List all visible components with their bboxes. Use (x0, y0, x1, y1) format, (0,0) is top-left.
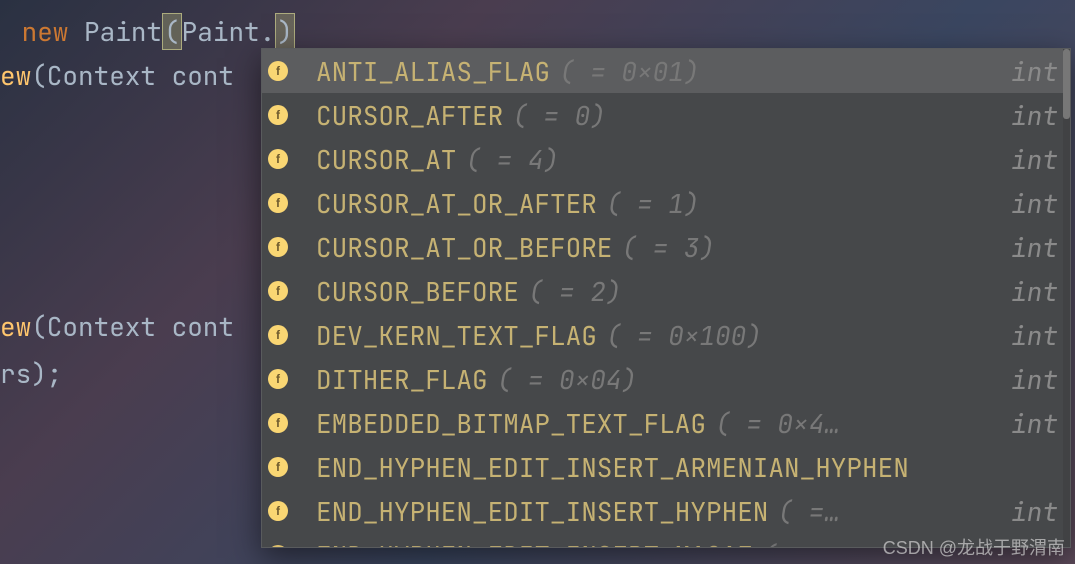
completion-name: EMBEDDED_BITMAP_TEXT_FLAG (316, 406, 706, 441)
completion-name: CURSOR_AFTER (316, 98, 503, 133)
paren-close: ) (275, 13, 295, 50)
field-icon: f (268, 61, 288, 81)
completion-hint: ( = 0x01) (559, 54, 699, 89)
field-icon: f (268, 105, 288, 125)
completion-item[interactable]: f DITHER_FLAG ( = 0x04) int (262, 357, 1070, 401)
completion-name: END_HYPHEN_EDIT_INSERT_ARMENIAN_HYPHEN (316, 450, 909, 485)
lock-icon (292, 412, 302, 422)
lock-icon (292, 324, 302, 334)
completion-hint: ( = 0) (512, 98, 606, 133)
lock-icon (292, 544, 302, 548)
completion-item[interactable]: f END_HYPHEN_EDIT_INSERT_ARMENIAN_HYPHEN (262, 445, 1070, 489)
field-icon: f (268, 193, 288, 213)
class-paint: Paint (84, 14, 162, 49)
field-icon: f (268, 237, 288, 257)
field-icon: f (268, 369, 288, 389)
completion-type: int (1011, 186, 1058, 221)
completion-name: ANTI_ALIAS_FLAG (316, 54, 550, 89)
completion-hint: ( = 0x04) (497, 362, 637, 397)
completion-hint: ( = 4) (465, 142, 559, 177)
lock-icon (292, 500, 302, 510)
lock-icon (292, 192, 302, 202)
completion-hint: ( = 0x100) (606, 318, 762, 353)
field-icon: f (268, 281, 288, 301)
completion-type: int (1011, 318, 1058, 353)
field-icon: f (268, 413, 288, 433)
lock-icon (292, 456, 302, 466)
popup-scrollbar[interactable] (1063, 49, 1070, 547)
code-line-5: rs); (0, 352, 62, 396)
completion-type: int (1011, 406, 1058, 441)
completion-hint: ( = 2) (528, 274, 622, 309)
lock-icon (292, 60, 302, 70)
lock-icon (292, 236, 302, 246)
completion-type: int (1011, 98, 1058, 133)
completion-item[interactable]: f END_HYPHEN_EDIT_INSERT_HYPHEN ( =… int (262, 489, 1070, 533)
completion-hint: ( = 3) (621, 230, 715, 265)
field-icon: f (268, 149, 288, 169)
completion-hint: ( =… (777, 494, 839, 529)
completion-name: CURSOR_BEFORE (316, 274, 519, 309)
class-paint-dot: Paint. (182, 14, 276, 49)
completion-item[interactable]: f CURSOR_AT_OR_BEFORE ( = 3) int (262, 225, 1070, 269)
completion-item[interactable]: f CURSOR_AT_OR_AFTER ( = 1) int (262, 181, 1070, 225)
lock-icon (292, 280, 302, 290)
completion-item[interactable]: f CURSOR_AT ( = 4) int (262, 137, 1070, 181)
lock-icon (292, 368, 302, 378)
completion-name: END_HYPHEN_EDIT_INSERT_MAQAF (316, 538, 753, 549)
completion-item[interactable]: f CURSOR_AFTER ( = 0) int (262, 93, 1070, 137)
code-line-4: ew(Context cont (0, 305, 234, 349)
autocomplete-popup[interactable]: f ANTI_ALIAS_FLAG ( = 0x01) int f CURSOR_AFT… (261, 48, 1071, 548)
popup-scrollthumb[interactable] (1063, 49, 1070, 119)
paren-open: ( (162, 13, 182, 50)
completion-name: CURSOR_AT_OR_BEFORE (316, 230, 612, 265)
lock-icon (292, 148, 302, 158)
completion-type: int (1011, 230, 1058, 265)
keyword-new: new (6, 14, 84, 49)
completion-type: int (1011, 142, 1058, 177)
completion-name: DITHER_FLAG (316, 362, 488, 397)
completion-type: int (1011, 494, 1058, 529)
field-icon: f (268, 457, 288, 477)
completion-hint: ( = 1) (606, 186, 700, 221)
completion-hint: ( = 0x4… (715, 406, 840, 441)
completion-name: CURSOR_AT_OR_AFTER (316, 186, 597, 221)
completion-name: DEV_KERN_TEXT_FLAG (316, 318, 597, 353)
lock-icon (292, 104, 302, 114)
field-icon: f (268, 501, 288, 521)
completion-name: END_HYPHEN_EDIT_INSERT_HYPHEN (316, 494, 768, 529)
completion-item[interactable]: f EMBEDDED_BITMAP_TEXT_FLAG ( = 0x4… int (262, 401, 1070, 445)
completion-name: CURSOR_AT (316, 142, 456, 177)
completion-item[interactable]: f ANTI_ALIAS_FLAG ( = 0x01) int (262, 49, 1070, 93)
completion-type: int (1011, 362, 1058, 397)
completion-type: int (1011, 54, 1058, 89)
field-icon: f (268, 325, 288, 345)
completion-type: int (1011, 274, 1058, 309)
completion-item[interactable]: f DEV_KERN_TEXT_FLAG ( = 0x100) int (262, 313, 1070, 357)
completion-item[interactable]: f CURSOR_BEFORE ( = 2) int (262, 269, 1070, 313)
completion-hint: ( … (762, 538, 809, 549)
watermark: CSDN @龙战于野渭南 (883, 534, 1065, 560)
field-icon: f (268, 545, 288, 548)
